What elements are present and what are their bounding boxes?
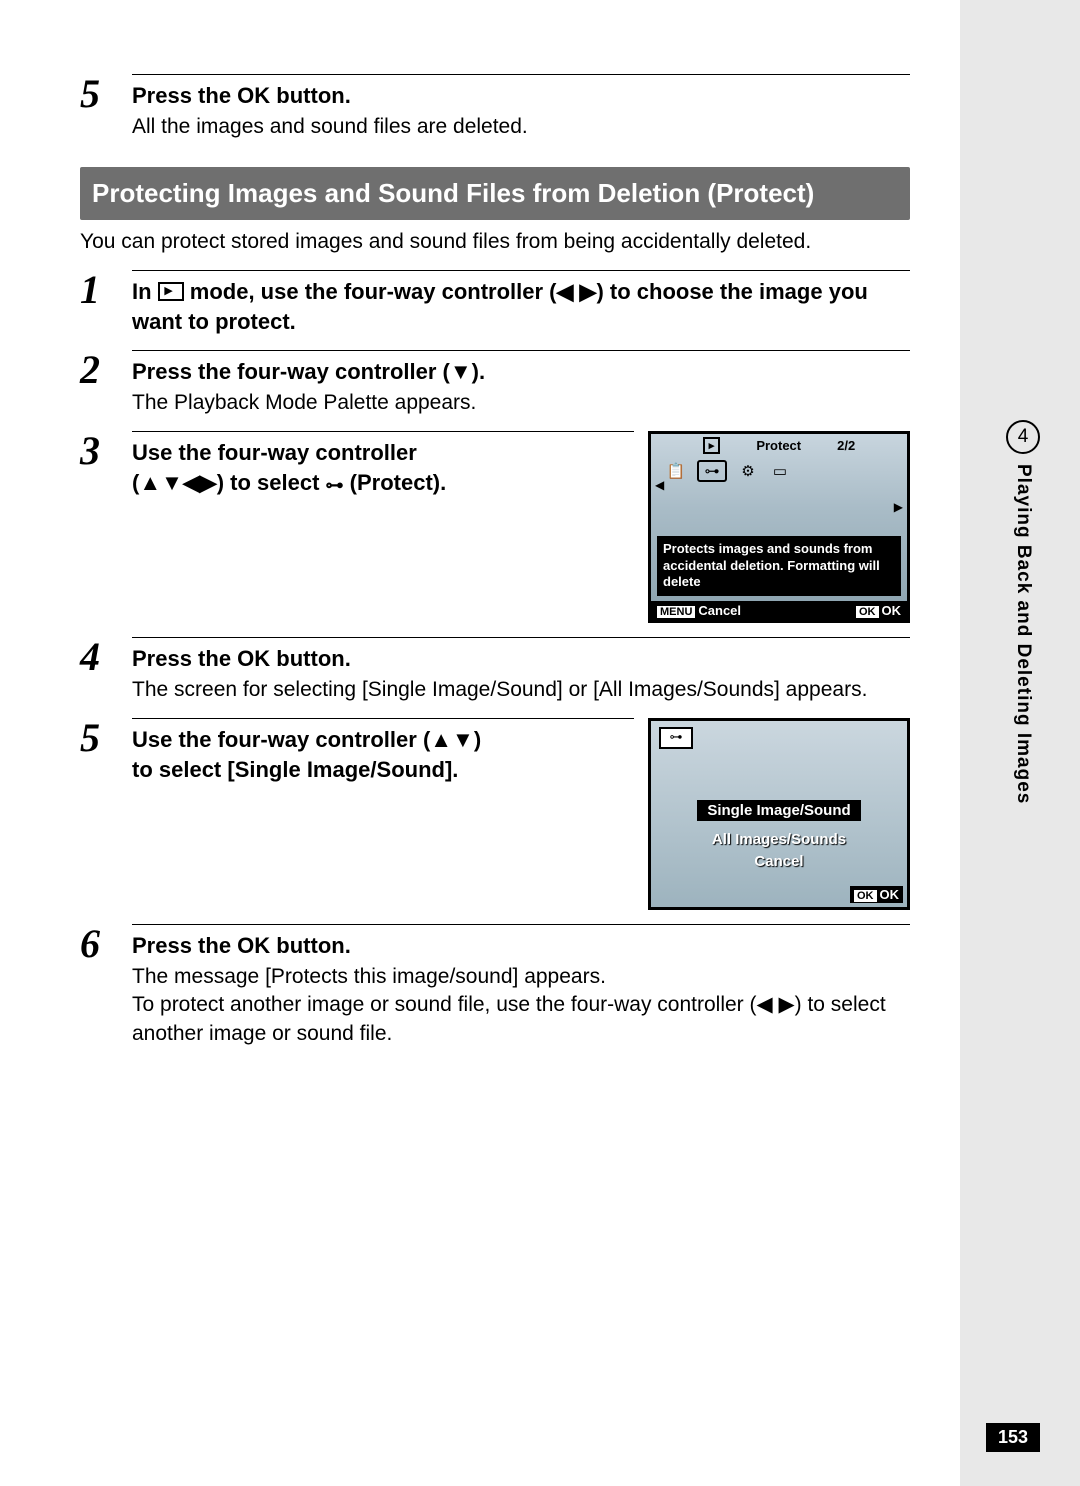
step-5-delete: 5 Press the OK button. All the images an… (80, 74, 910, 141)
step-heading: In mode, use the four-way controller (◀ … (132, 277, 910, 336)
step-number: 4 (80, 637, 132, 704)
protect-key-icon: ⊶ (326, 473, 344, 497)
screen-description: Protects images and sounds from accident… (657, 536, 901, 597)
chapter-title: Playing Back and Deleting Images (1012, 464, 1034, 804)
left-arrow-icon: ◀ (655, 478, 664, 492)
step-rule (132, 637, 910, 638)
step-description: The screen for selecting [Single Image/S… (132, 676, 910, 704)
step-2: 2 Press the four-way controller (▼). The… (80, 350, 910, 417)
menu-option: Cancel (651, 853, 907, 870)
step-5: 5 Use the four-way controller (▲▼) to se… (80, 718, 910, 910)
page-number: 153 (986, 1423, 1040, 1452)
palette-icon: ▭ (769, 462, 791, 480)
protect-key-icon: ⊶ (659, 727, 693, 749)
step-number: 5 (80, 74, 132, 141)
step-rule (132, 270, 910, 271)
screen-page-indicator: 2/2 (837, 438, 855, 453)
step-6: 6 Press the OK button. The message [Prot… (80, 924, 910, 1048)
chapter-tab: 4 Playing Back and Deleting Images (1006, 420, 1040, 804)
ok-label: OK (882, 603, 902, 618)
menu-option-selected: Single Image/Sound (697, 800, 860, 821)
ok-button-label: OK (237, 644, 270, 674)
section-intro: You can protect stored images and sound … (80, 228, 910, 256)
ok-tag: OK (856, 606, 879, 618)
step-4: 4 Press the OK button. The screen for se… (80, 637, 910, 704)
step-description: All the images and sound files are delet… (132, 113, 910, 141)
step-description: The message [Protects this image/sound] … (132, 963, 910, 1048)
step-heading: Press the OK button. (132, 644, 910, 674)
cancel-label: Cancel (698, 603, 741, 618)
step-heading: Press the OK button. (132, 931, 910, 961)
step-rule (132, 350, 910, 351)
step-number: 3 (80, 431, 132, 623)
step-number: 6 (80, 924, 132, 1048)
manual-page: 5 Press the OK button. All the images an… (0, 0, 960, 1486)
step-rule (132, 431, 634, 432)
lcd-screen-select: ⊶ Single Image/Sound All Images/Sounds C… (648, 718, 910, 910)
step-heading: Use the four-way controller (▲▼) to sele… (132, 725, 634, 784)
ok-button-label: OK (237, 81, 270, 111)
step-rule (132, 924, 910, 925)
step-description: The Playback Mode Palette appears. (132, 389, 910, 417)
palette-icons: 📋 ⊶ ⚙ ▭ (651, 456, 907, 482)
step-number: 1 (80, 270, 132, 336)
ok-label: OK (880, 887, 900, 902)
screen-title: Protect (756, 438, 801, 453)
ok-button-label: OK (237, 931, 270, 961)
menu-tag: MENU (657, 606, 695, 618)
step-rule (132, 74, 910, 75)
step-rule (132, 718, 634, 719)
step-heading: Press the OK button. (132, 81, 910, 111)
chapter-number: 4 (1006, 420, 1040, 454)
step-number: 2 (80, 350, 132, 417)
lcd-screen-palette: ▸ Protect 2/2 ◀ 📋 ⊶ ⚙ ▭ ▶ Protects image… (648, 431, 910, 623)
step-3: 3 Use the four-way controller (▲▼◀▶) to … (80, 431, 910, 623)
playback-mode-icon (158, 282, 184, 301)
step-heading: Use the four-way controller (▲▼◀▶) to se… (132, 438, 634, 497)
palette-icon: 📋 (665, 462, 687, 480)
step-1: 1 In mode, use the four-way controller (… (80, 270, 910, 336)
palette-icon: ⚙ (737, 462, 759, 480)
section-title: Protecting Images and Sound Files from D… (80, 167, 910, 220)
playback-icon: ▸ (703, 437, 721, 454)
right-arrow-icon: ▶ (894, 500, 903, 514)
step-heading: Press the four-way controller (▼). (132, 357, 910, 387)
menu-option: All Images/Sounds (651, 831, 907, 848)
palette-icon-protect: ⊶ (697, 460, 727, 482)
step-number: 5 (80, 718, 132, 910)
ok-tag: OK (854, 890, 877, 902)
